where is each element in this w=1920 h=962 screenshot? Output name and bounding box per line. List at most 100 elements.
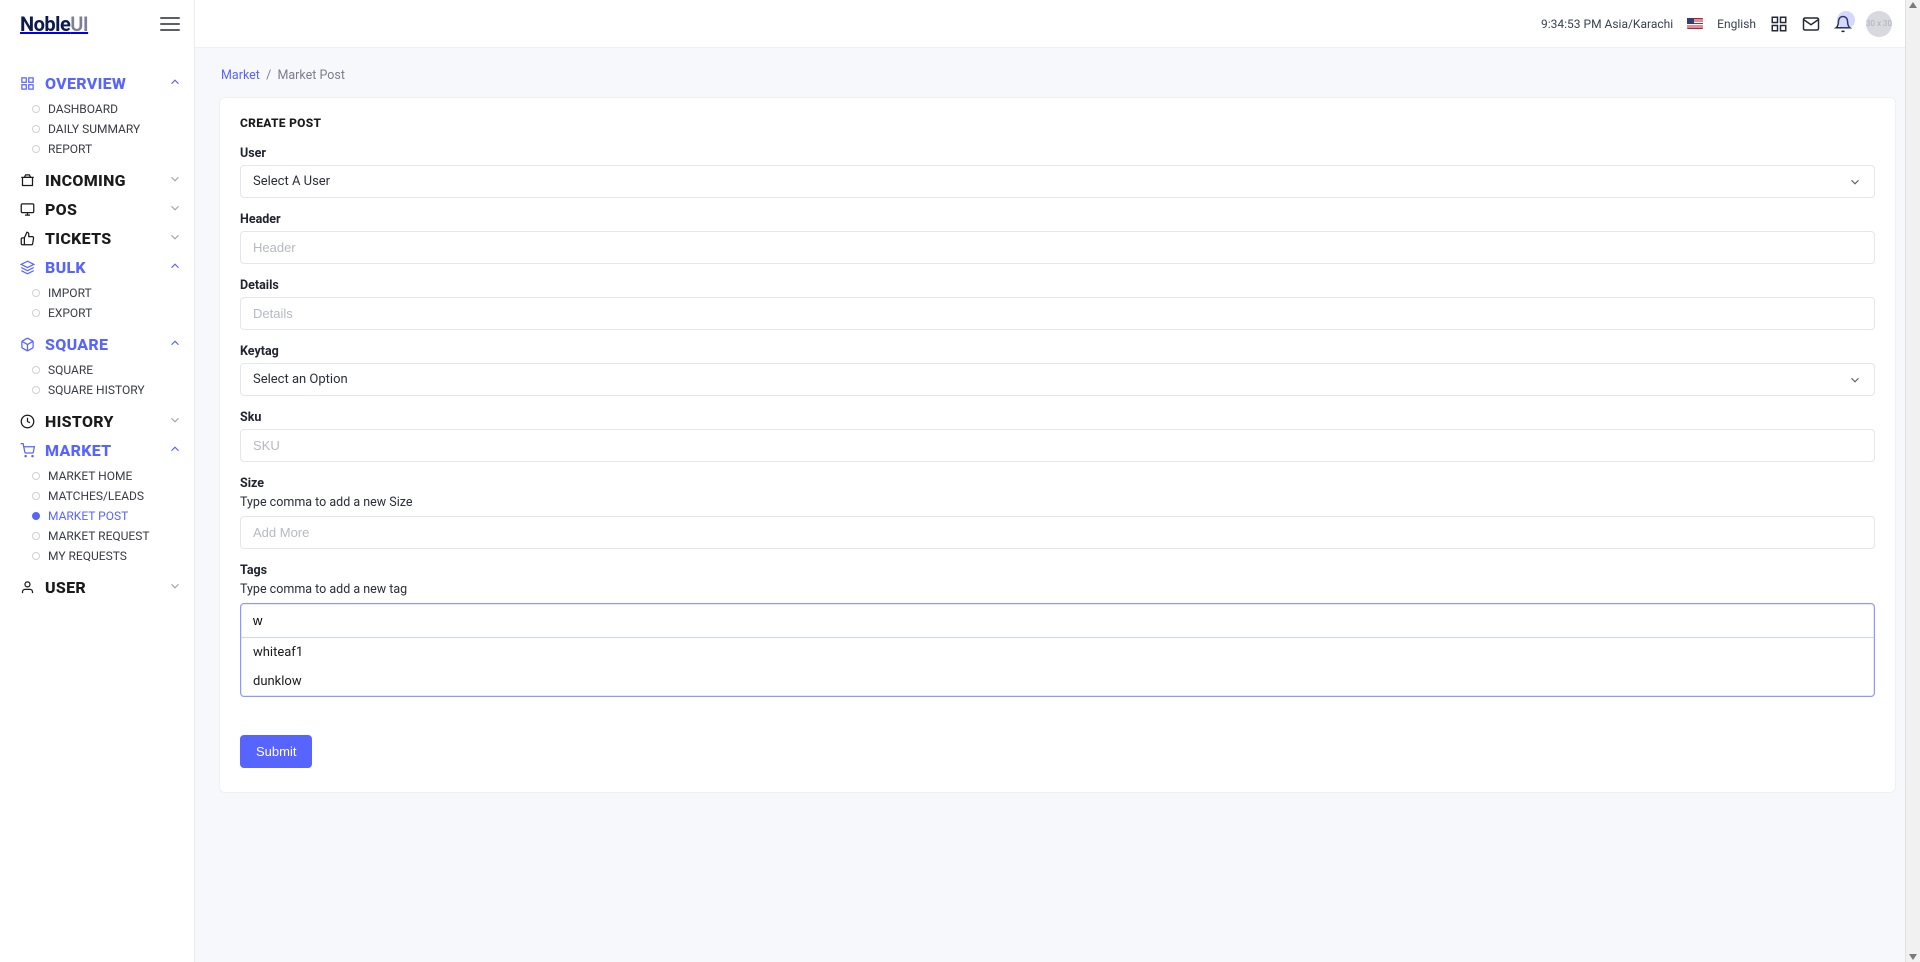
monitor-icon	[20, 202, 35, 217]
tags-option[interactable]: dunklow	[241, 667, 1874, 696]
nav-history[interactable]: HISTORY	[0, 410, 194, 433]
chevron-up-icon	[168, 442, 182, 456]
label-details: Details	[240, 278, 1875, 293]
nav-pos[interactable]: POS	[0, 198, 194, 221]
tags-combobox: whiteaf1 dunklow	[240, 603, 1875, 697]
select-user[interactable]: Select A User	[240, 165, 1875, 198]
nav-market-request[interactable]: MARKET REQUEST	[36, 526, 194, 546]
scrollbar[interactable]	[1905, 0, 1920, 962]
sidebar-nav: OVERVIEW DASHBOARD DAILY SUMMARY REPORT …	[0, 48, 194, 609]
input-size[interactable]	[240, 516, 1875, 549]
chevron-down-icon	[168, 230, 182, 244]
card-title: CREATE POST	[240, 116, 1875, 130]
label-user: User	[240, 146, 1875, 161]
topbar: 9:34:53 PM Asia/Karachi English 30 x 30	[195, 0, 1920, 48]
apps-icon[interactable]	[1770, 15, 1788, 33]
input-sku[interactable]	[240, 429, 1875, 462]
nav-incoming[interactable]: INCOMING	[0, 169, 194, 192]
brand-light: UI	[70, 12, 88, 36]
nav-market-home[interactable]: MARKET HOME	[36, 466, 194, 486]
submit-button[interactable]: Submit	[240, 735, 312, 768]
box-icon	[20, 337, 35, 352]
nav-square[interactable]: SQUARE	[0, 333, 194, 356]
nav-overview-sub: DASHBOARD DAILY SUMMARY REPORT	[0, 95, 194, 163]
nav-square-item[interactable]: SQUARE	[36, 360, 194, 380]
chevron-up-icon	[168, 75, 182, 89]
field-sku: Sku	[240, 410, 1875, 462]
field-tags: Tags Type comma to add a new tag whiteaf…	[240, 563, 1875, 697]
chevron-down-icon	[1848, 373, 1862, 387]
nav-market-post[interactable]: MARKET POST	[36, 506, 194, 526]
brand-logo[interactable]: NobleUI	[20, 12, 88, 36]
nav-overview-label: OVERVIEW	[45, 74, 126, 93]
breadcrumb-root[interactable]: Market	[221, 68, 260, 83]
sidebar-header: NobleUI	[0, 0, 194, 48]
label-keytag: Keytag	[240, 344, 1875, 359]
nav-pos-label: POS	[45, 200, 77, 219]
nav-report[interactable]: REPORT	[36, 139, 194, 159]
chevron-down-icon	[168, 579, 182, 593]
breadcrumb-sep: /	[266, 68, 271, 83]
inbox-icon	[20, 173, 35, 188]
input-header[interactable]	[240, 231, 1875, 264]
nav-tickets-label: TICKETS	[45, 229, 112, 248]
notifications-icon[interactable]	[1834, 15, 1852, 33]
grid-icon	[20, 76, 35, 91]
nav-bulk[interactable]: BULK	[0, 256, 194, 279]
language-label[interactable]: English	[1717, 17, 1756, 31]
nav-square-history[interactable]: SQUARE HISTORY	[36, 380, 194, 400]
flag-us-icon	[1687, 18, 1703, 29]
chevron-up-icon	[168, 336, 182, 350]
tags-option[interactable]: whiteaf1	[241, 638, 1874, 667]
thumbs-up-icon	[20, 231, 35, 246]
chevron-up-icon	[168, 259, 182, 273]
field-keytag: Keytag Select an Option	[240, 344, 1875, 396]
nav-overview[interactable]: OVERVIEW	[0, 72, 194, 95]
clock-text: 9:34:53 PM Asia/Karachi	[1541, 17, 1673, 31]
field-details: Details	[240, 278, 1875, 330]
label-sku: Sku	[240, 410, 1875, 425]
nav-market-label: MARKET	[45, 441, 111, 460]
select-keytag-value: Select an Option	[253, 372, 348, 387]
nav-matches-leads[interactable]: MATCHES/LEADS	[36, 486, 194, 506]
nav-dashboard[interactable]: DASHBOARD	[36, 99, 194, 119]
select-user-value: Select A User	[253, 174, 330, 189]
nav-daily-summary[interactable]: DAILY SUMMARY	[36, 119, 194, 139]
select-keytag[interactable]: Select an Option	[240, 363, 1875, 396]
nav-square-label: SQUARE	[45, 335, 108, 354]
chevron-down-icon	[168, 172, 182, 186]
layers-icon	[20, 260, 35, 275]
nav-history-label: HISTORY	[45, 412, 114, 431]
user-icon	[20, 580, 35, 595]
chevron-down-icon	[1848, 175, 1862, 189]
nav-user[interactable]: USER	[0, 576, 194, 599]
nav-import[interactable]: IMPORT	[36, 283, 194, 303]
nav-market-sub: MARKET HOME MATCHES/LEADS MARKET POST MA…	[0, 462, 194, 570]
main: 9:34:53 PM Asia/Karachi English 30 x 30 …	[195, 0, 1920, 962]
nav-export[interactable]: EXPORT	[36, 303, 194, 323]
field-user: User Select A User	[240, 146, 1875, 198]
brand-strong: Noble	[20, 12, 70, 36]
nav-tickets[interactable]: TICKETS	[0, 227, 194, 250]
sidebar: NobleUI OVERVIEW DASHBOARD DAILY SUMMARY…	[0, 0, 195, 962]
breadcrumb: Market / Market Post	[221, 68, 1896, 83]
mail-icon[interactable]	[1802, 15, 1820, 33]
chevron-down-icon	[168, 413, 182, 427]
nav-incoming-label: INCOMING	[45, 171, 126, 190]
nav-bulk-sub: IMPORT EXPORT	[0, 279, 194, 327]
nav-market[interactable]: MARKET	[0, 439, 194, 462]
label-header: Header	[240, 212, 1875, 227]
nav-bulk-label: BULK	[45, 258, 86, 277]
tags-dropdown: whiteaf1 dunklow	[241, 637, 1874, 696]
label-tags: Tags	[240, 563, 1875, 578]
nav-user-label: USER	[45, 578, 86, 597]
field-header: Header	[240, 212, 1875, 264]
input-details[interactable]	[240, 297, 1875, 330]
nav-my-requests[interactable]: MY REQUESTS	[36, 546, 194, 566]
chevron-down-icon	[168, 201, 182, 215]
create-post-card: CREATE POST User Select A User Header	[219, 97, 1896, 793]
avatar[interactable]: 30 x 30	[1866, 11, 1892, 37]
label-size: Size	[240, 476, 1875, 491]
menu-toggle-icon[interactable]	[160, 17, 180, 31]
input-tags[interactable]	[241, 604, 1874, 637]
